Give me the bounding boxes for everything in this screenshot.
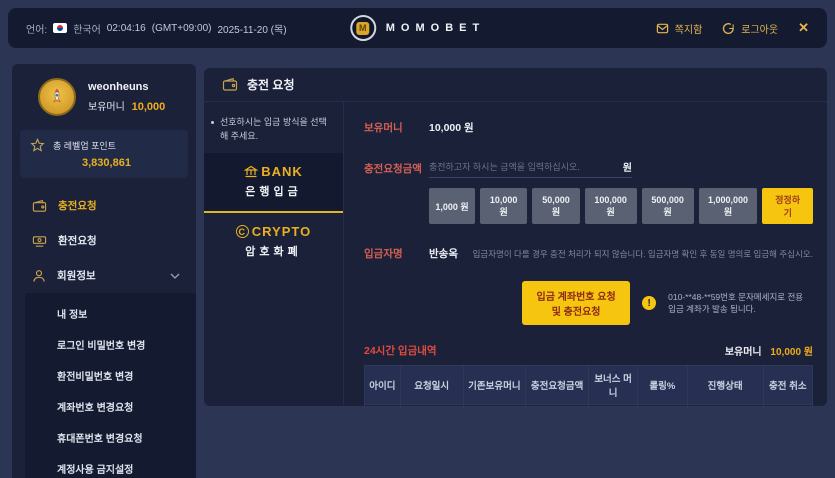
col-prev-balance: 기존보유머니 [463, 366, 526, 405]
quick-amount-50000[interactable]: 50,000 원 [532, 188, 579, 224]
quick-amount-1000[interactable]: 1,000 원 [429, 188, 475, 224]
logout-button[interactable]: 로그아웃 [722, 21, 778, 36]
sidebar-item-member-info[interactable]: 회원정보 [12, 258, 196, 293]
submenu-item-phone-change[interactable]: 휴대폰번호 변경요청 [25, 422, 196, 453]
inbox-button[interactable]: 쪽지함 [656, 21, 703, 36]
chevron-down-icon [170, 273, 180, 279]
quick-amount-10000[interactable]: 10,000 원 [480, 188, 527, 224]
sidebar-item-withdraw[interactable]: 환전요청 [12, 223, 196, 258]
submenu-item-exchange-password[interactable]: 환전비밀번호 변경 [25, 360, 196, 391]
deposit-panel: 충전 요청 선호하시는 입금 방식을 선택해 주세요. BANK 은행입금 C … [204, 68, 827, 406]
username: weonheuns [88, 81, 165, 93]
brand-block: M MOMOBET [350, 8, 485, 48]
amount-label: 충전요청금액 [364, 161, 429, 176]
reset-amount-button[interactable]: 정정하기 [762, 188, 813, 224]
quick-amount-500000[interactable]: 500,000 원 [642, 188, 694, 224]
brand-logo-icon: M [350, 15, 376, 41]
sidebar-balance-value: 10,000 [132, 101, 166, 113]
exchange-icon [32, 234, 47, 248]
depositor-value: 반송옥 [429, 246, 458, 261]
brand-name: MOMOBET [386, 22, 485, 34]
history-balance-value: 10,000 원 [770, 347, 813, 358]
korea-flag-icon [53, 23, 67, 33]
table-row: 1 11-20 02:02 0 원 24,000 원 0 원 100% 충전 완… [365, 405, 813, 407]
logout-icon [722, 22, 735, 35]
language-time-bar: 언어: 한국어 02:04:16 (GMT+09:00) 2025-11-20 … [26, 21, 287, 36]
deposit-history-table: 아이디 요청일시 기존보유머니 충전요청금액 보너스 머니 롤링% 진행상태 충… [364, 365, 813, 406]
star-icon [30, 138, 45, 153]
top-bar: 언어: 한국어 02:04:16 (GMT+09:00) 2025-11-20 … [8, 8, 827, 48]
col-amount: 충전요청금액 [526, 366, 589, 405]
language-value[interactable]: 한국어 [73, 21, 101, 36]
quick-amount-100000[interactable]: 100,000 원 [585, 188, 637, 224]
currency-suffix: 원 [623, 159, 632, 174]
bank-icon [244, 165, 258, 178]
user-avatar [38, 78, 76, 116]
sidebar: weonheuns 보유머니 10,000 총 레벨업 포인트 3,830,86… [12, 64, 196, 478]
col-rolling: 롤링% [638, 366, 687, 405]
history-balance-label: 보유머니 [725, 347, 762, 358]
submenu-item-my-info[interactable]: 내 정보 [25, 298, 196, 329]
close-icon[interactable]: ✕ [798, 20, 809, 36]
language-label: 언어: [26, 21, 47, 36]
depositor-note: 입금자명이 다를 경우 충전 처리가 되지 않습니다. 입금자명 확인 후 동일… [458, 248, 813, 260]
page-title: 충전 요청 [247, 76, 295, 93]
amount-input[interactable] [429, 162, 623, 172]
col-cancel: 충전 취소 [763, 366, 812, 405]
deposit-method-panel: 선호하시는 입금 방식을 선택해 주세요. BANK 은행입금 C CRYPTO… [204, 102, 344, 405]
sidebar-balance-label: 보유머니 [88, 102, 125, 113]
inbox-icon [656, 22, 669, 35]
deposit-submit-button[interactable]: 입금 계좌번호 요청 및 충전요청 [522, 281, 630, 325]
history-title: 24시간 입금내역 [364, 343, 437, 358]
depositor-label: 입금자명 [364, 246, 429, 261]
rocket-icon [49, 88, 65, 106]
member-submenu: 내 정보 로그인 비밀번호 변경 환전비밀번호 변경 계좌번호 변경요청 휴대폰… [25, 293, 196, 478]
clock-time: 02:04:16 [107, 23, 146, 34]
info-icon: ! [642, 296, 656, 310]
levelup-points-box: 총 레벨업 포인트 3,830,861 [20, 130, 188, 178]
method-tab-crypto[interactable]: C CRYPTO 암호화폐 [204, 213, 343, 271]
sms-note: 010-**48-**59번호 문자메세지로 전용 입금 계좌가 발송 됩니다. [668, 291, 813, 315]
timezone: (GMT+09:00) [152, 23, 212, 34]
col-id: 아이디 [365, 366, 401, 405]
submenu-item-account-change[interactable]: 계좌번호 변경요청 [25, 391, 196, 422]
submenu-item-login-password[interactable]: 로그인 비밀번호 변경 [25, 329, 196, 360]
date: 2025-11-20 (목) [217, 21, 286, 36]
balance-label: 보유머니 [364, 120, 429, 135]
person-icon [32, 269, 46, 283]
wallet-title-icon [222, 77, 238, 92]
sidebar-item-deposit[interactable]: 충전요청 [12, 188, 196, 223]
col-datetime: 요청일시 [400, 366, 463, 405]
crypto-icon: C [236, 225, 249, 238]
submenu-item-account-ban[interactable]: 계정사용 금지설정 [25, 453, 196, 478]
quick-amount-1000000[interactable]: 1,000,000 원 [699, 188, 758, 224]
balance-value: 10,000 원 [429, 120, 474, 135]
method-hint: 선호하시는 입금 방식을 선택해 주세요. [204, 108, 343, 153]
col-bonus: 보너스 머니 [588, 366, 637, 405]
points-value: 3,830,861 [82, 157, 178, 169]
method-tab-bank[interactable]: BANK 은행입금 [204, 153, 343, 213]
points-label: 총 레벨업 포인트 [53, 139, 116, 152]
wallet-icon [32, 199, 47, 213]
col-status: 진행상태 [687, 366, 763, 405]
